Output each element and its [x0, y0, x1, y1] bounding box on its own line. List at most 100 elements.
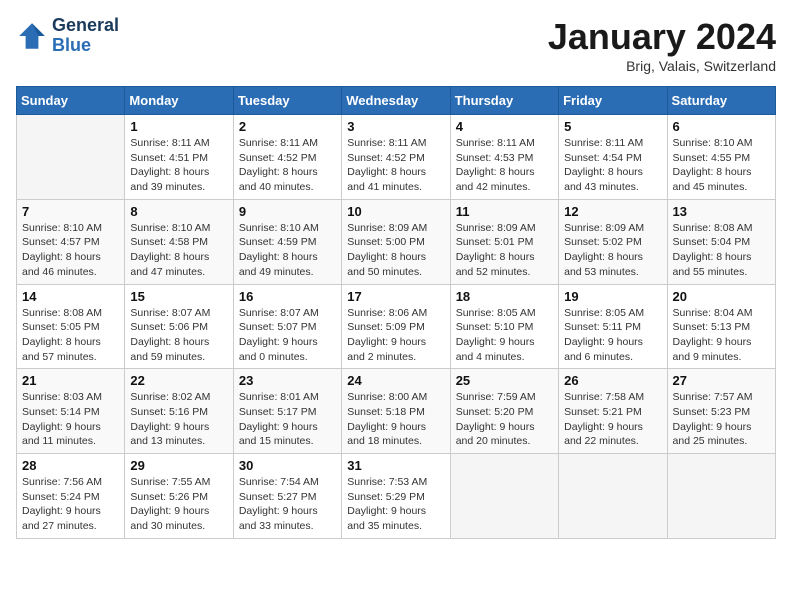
calendar-cell: 28Sunrise: 7:56 AM Sunset: 5:24 PM Dayli… [17, 454, 125, 539]
calendar-cell: 31Sunrise: 7:53 AM Sunset: 5:29 PM Dayli… [342, 454, 450, 539]
day-number: 12 [564, 204, 661, 219]
calendar-cell: 30 Sunrise: 7:54 AM Sunset: 5:27 PM Dayli… [233, 454, 341, 539]
calendar-cell: 18 Sunrise: 8:05 AM Sunset: 5:10 PM Dayli… [450, 284, 558, 369]
day-number: 11 [456, 204, 553, 219]
logo-line1: General [52, 16, 119, 36]
day-number: 4 [456, 119, 553, 134]
day-info: Sunrise: 8:07 AM Sunset: 5:06 PM Dayligh… [130, 306, 227, 365]
day-number: 16 [239, 289, 336, 304]
calendar-cell [450, 454, 558, 539]
weekday-header-thursday: Thursday [450, 87, 558, 115]
day-info: Sunrise: 8:07 AM Sunset: 5:07 PM Dayligh… [239, 306, 336, 365]
day-info: Sunrise: 8:05 AM Sunset: 5:10 PM Dayligh… [456, 306, 553, 365]
day-number: 20 [673, 289, 770, 304]
month-title: January 2024 [548, 16, 776, 58]
weekday-header-row: SundayMondayTuesdayWednesdayThursdayFrid… [17, 87, 776, 115]
calendar-cell: 10Sunrise: 8:09 AM Sunset: 5:00 PM Dayli… [342, 199, 450, 284]
day-info: Sunrise: 8:10 AM Sunset: 4:59 PM Dayligh… [239, 221, 336, 280]
day-info: Sunrise: 7:54 AM Sunset: 5:27 PM Dayligh… [239, 475, 336, 534]
day-number: 24 [347, 373, 444, 388]
calendar-cell: 12Sunrise: 8:09 AM Sunset: 5:02 PM Dayli… [559, 199, 667, 284]
calendar-cell: 25 Sunrise: 7:59 AM Sunset: 5:20 PM Dayli… [450, 369, 558, 454]
calendar-cell: 27Sunrise: 7:57 AM Sunset: 5:23 PM Dayli… [667, 369, 775, 454]
day-number: 7 [22, 204, 119, 219]
weekday-header-saturday: Saturday [667, 87, 775, 115]
calendar-cell: 4 Sunrise: 8:11 AM Sunset: 4:53 PM Daylig… [450, 115, 558, 200]
weekday-header-sunday: Sunday [17, 87, 125, 115]
day-info: Sunrise: 8:09 AM Sunset: 5:01 PM Dayligh… [456, 221, 553, 280]
day-number: 17 [347, 289, 444, 304]
calendar-cell: 7Sunrise: 8:10 AM Sunset: 4:57 PM Daylig… [17, 199, 125, 284]
day-info: Sunrise: 8:02 AM Sunset: 5:16 PM Dayligh… [130, 390, 227, 449]
day-info: Sunrise: 8:11 AM Sunset: 4:51 PM Dayligh… [130, 136, 227, 195]
weekday-header-friday: Friday [559, 87, 667, 115]
logo: General Blue [16, 16, 119, 56]
day-number: 25 [456, 373, 553, 388]
day-number: 9 [239, 204, 336, 219]
day-number: 5 [564, 119, 661, 134]
day-number: 6 [673, 119, 770, 134]
day-info: Sunrise: 7:56 AM Sunset: 5:24 PM Dayligh… [22, 475, 119, 534]
day-info: Sunrise: 8:08 AM Sunset: 5:04 PM Dayligh… [673, 221, 770, 280]
day-number: 26 [564, 373, 661, 388]
week-row-4: 21 Sunrise: 8:03 AM Sunset: 5:14 PM Dayli… [17, 369, 776, 454]
calendar-cell: 16 Sunrise: 8:07 AM Sunset: 5:07 PM Dayli… [233, 284, 341, 369]
calendar-cell: 3 Sunrise: 8:11 AM Sunset: 4:52 PM Daylig… [342, 115, 450, 200]
day-number: 22 [130, 373, 227, 388]
calendar-cell: 20Sunrise: 8:04 AM Sunset: 5:13 PM Dayli… [667, 284, 775, 369]
calendar-cell: 6 Sunrise: 8:10 AM Sunset: 4:55 PM Daylig… [667, 115, 775, 200]
calendar-cell: 5Sunrise: 8:11 AM Sunset: 4:54 PM Daylig… [559, 115, 667, 200]
logo-line2: Blue [52, 36, 119, 56]
day-info: Sunrise: 8:00 AM Sunset: 5:18 PM Dayligh… [347, 390, 444, 449]
day-info: Sunrise: 8:05 AM Sunset: 5:11 PM Dayligh… [564, 306, 661, 365]
day-info: Sunrise: 8:11 AM Sunset: 4:52 PM Dayligh… [239, 136, 336, 195]
calendar-cell: 8 Sunrise: 8:10 AM Sunset: 4:58 PM Daylig… [125, 199, 233, 284]
day-info: Sunrise: 8:06 AM Sunset: 5:09 PM Dayligh… [347, 306, 444, 365]
day-number: 18 [456, 289, 553, 304]
day-info: Sunrise: 7:57 AM Sunset: 5:23 PM Dayligh… [673, 390, 770, 449]
day-info: Sunrise: 8:11 AM Sunset: 4:52 PM Dayligh… [347, 136, 444, 195]
calendar-cell: 22 Sunrise: 8:02 AM Sunset: 5:16 PM Dayli… [125, 369, 233, 454]
day-info: Sunrise: 8:09 AM Sunset: 5:00 PM Dayligh… [347, 221, 444, 280]
calendar-cell: 9 Sunrise: 8:10 AM Sunset: 4:59 PM Daylig… [233, 199, 341, 284]
weekday-header-wednesday: Wednesday [342, 87, 450, 115]
calendar-cell: 13 Sunrise: 8:08 AM Sunset: 5:04 PM Dayli… [667, 199, 775, 284]
location-subtitle: Brig, Valais, Switzerland [548, 58, 776, 74]
day-number: 30 [239, 458, 336, 473]
day-number: 31 [347, 458, 444, 473]
calendar-cell: 29Sunrise: 7:55 AM Sunset: 5:26 PM Dayli… [125, 454, 233, 539]
calendar-cell [559, 454, 667, 539]
day-number: 19 [564, 289, 661, 304]
day-number: 21 [22, 373, 119, 388]
calendar-cell: 17 Sunrise: 8:06 AM Sunset: 5:09 PM Dayli… [342, 284, 450, 369]
page-header: General Blue January 2024 Brig, Valais, … [16, 16, 776, 74]
day-number: 8 [130, 204, 227, 219]
logo-icon [16, 20, 48, 52]
week-row-5: 28Sunrise: 7:56 AM Sunset: 5:24 PM Dayli… [17, 454, 776, 539]
day-number: 15 [130, 289, 227, 304]
day-number: 13 [673, 204, 770, 219]
calendar-cell: 1 Sunrise: 8:11 AM Sunset: 4:51 PM Daylig… [125, 115, 233, 200]
day-number: 1 [130, 119, 227, 134]
day-info: Sunrise: 8:10 AM Sunset: 4:58 PM Dayligh… [130, 221, 227, 280]
week-row-3: 14Sunrise: 8:08 AM Sunset: 5:05 PM Dayli… [17, 284, 776, 369]
day-number: 14 [22, 289, 119, 304]
day-info: Sunrise: 8:01 AM Sunset: 5:17 PM Dayligh… [239, 390, 336, 449]
calendar-cell [17, 115, 125, 200]
day-info: Sunrise: 8:03 AM Sunset: 5:14 PM Dayligh… [22, 390, 119, 449]
day-info: Sunrise: 7:58 AM Sunset: 5:21 PM Dayligh… [564, 390, 661, 449]
weekday-header-monday: Monday [125, 87, 233, 115]
day-number: 29 [130, 458, 227, 473]
calendar-cell: 26 Sunrise: 7:58 AM Sunset: 5:21 PM Dayli… [559, 369, 667, 454]
title-block: January 2024 Brig, Valais, Switzerland [548, 16, 776, 74]
logo-text: General Blue [52, 16, 119, 56]
calendar-cell: 15 Sunrise: 8:07 AM Sunset: 5:06 PM Dayli… [125, 284, 233, 369]
day-info: Sunrise: 7:59 AM Sunset: 5:20 PM Dayligh… [456, 390, 553, 449]
day-info: Sunrise: 8:11 AM Sunset: 4:53 PM Dayligh… [456, 136, 553, 195]
calendar-cell [667, 454, 775, 539]
calendar-cell: 21 Sunrise: 8:03 AM Sunset: 5:14 PM Dayli… [17, 369, 125, 454]
week-row-1: 1 Sunrise: 8:11 AM Sunset: 4:51 PM Daylig… [17, 115, 776, 200]
calendar-cell: 23Sunrise: 8:01 AM Sunset: 5:17 PM Dayli… [233, 369, 341, 454]
day-info: Sunrise: 8:10 AM Sunset: 4:55 PM Dayligh… [673, 136, 770, 195]
day-number: 3 [347, 119, 444, 134]
